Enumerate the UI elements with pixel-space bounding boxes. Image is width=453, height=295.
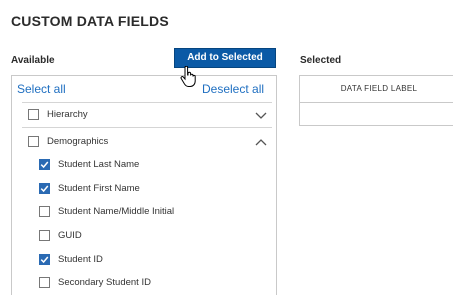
field-checkbox[interactable] <box>39 253 50 265</box>
field-secondary-student-id[interactable]: Secondary Student ID <box>39 274 151 290</box>
field-student-last-name[interactable]: Student Last Name <box>39 156 139 172</box>
field-label: GUID <box>58 229 82 241</box>
deselect-all-link[interactable]: Deselect all <box>202 82 264 96</box>
field-label: Secondary Student ID <box>58 276 151 288</box>
field-student-first-name[interactable]: Student First Name <box>39 180 140 196</box>
field-student-id[interactable]: Student ID <box>39 251 103 267</box>
divider <box>22 127 272 128</box>
field-student-name-middle-initial[interactable]: Student Name/Middle Initial <box>39 203 174 219</box>
divider <box>22 102 272 103</box>
field-label: Student Name/Middle Initial <box>58 205 175 217</box>
group-label: Demographics <box>47 135 109 147</box>
field-checkbox[interactable] <box>39 158 50 170</box>
field-checkbox[interactable] <box>39 229 50 241</box>
checkmark-icon <box>40 256 49 263</box>
selected-label: Selected <box>300 55 342 66</box>
field-label: Student Last Name <box>58 158 140 170</box>
hierarchy-checkbox[interactable] <box>28 108 39 120</box>
hand-cursor-icon <box>180 66 196 87</box>
demographics-checkbox[interactable] <box>28 135 39 147</box>
field-checkbox[interactable] <box>39 276 50 288</box>
page-title: CUSTOM DATA FIELDS <box>11 13 169 29</box>
group-label: Hierarchy <box>47 108 88 120</box>
data-field-label-header: DATA FIELD LABEL <box>299 75 453 103</box>
chevron-down-icon[interactable] <box>255 109 267 121</box>
chevron-up-icon[interactable] <box>255 136 267 148</box>
field-label: Student ID <box>58 253 103 265</box>
add-to-selected-button[interactable]: Add to Selected <box>174 48 276 68</box>
group-demographics[interactable]: Demographics <box>28 133 108 149</box>
available-label: Available <box>11 55 55 66</box>
group-hierarchy[interactable]: Hierarchy <box>28 106 88 122</box>
field-checkbox[interactable] <box>39 205 50 217</box>
select-all-link[interactable]: Select all <box>17 82 66 96</box>
checkmark-icon <box>40 161 49 168</box>
field-guid[interactable]: GUID <box>39 227 82 243</box>
checkmark-icon <box>40 185 49 192</box>
field-label: Student First Name <box>58 182 140 194</box>
field-checkbox[interactable] <box>39 182 50 194</box>
